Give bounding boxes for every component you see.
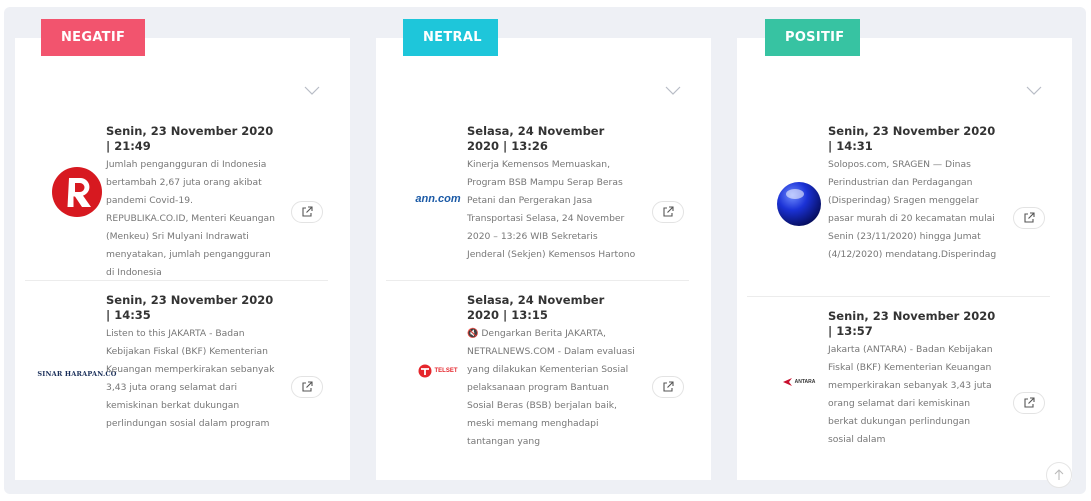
news-snippet: Solopos.com, SRAGEN — Dinas Perindustria…: [828, 159, 997, 260]
label-negatif: NEGATIF: [41, 19, 145, 56]
news-snippet: 🔇 Dengarkan Berita JAKARTA, NETRALNEWS.C…: [467, 328, 635, 447]
news-date: Selasa, 24 November 2020 | 13:26: [467, 124, 605, 153]
external-link-icon: [1024, 212, 1035, 223]
open-link-button[interactable]: [1013, 207, 1045, 229]
external-link-icon: [663, 206, 674, 217]
divider: [747, 296, 1050, 297]
news-body: Senin, 23 November 2020 | 14:35 Listen t…: [106, 293, 276, 433]
divider: [386, 280, 689, 281]
news-date: Senin, 23 November 2020 | 13:57: [828, 309, 996, 338]
external-link-icon: [1024, 397, 1035, 408]
chevron-down-icon[interactable]: [1026, 86, 1042, 96]
news-snippet: Jumlah pengangguran di Indonesia bertamb…: [106, 159, 275, 278]
news-item: TELSET Selasa, 24 November 2020 | 13:15 …: [396, 293, 691, 463]
news-snippet: Kinerja Kemensos Memuaskan, Program BSB …: [467, 159, 636, 260]
news-item: Senin, 23 November 2020 | 14:31 Solopos.…: [757, 124, 1052, 294]
chevron-down-icon[interactable]: [304, 86, 320, 96]
news-body: Selasa, 24 November 2020 | 13:15 🔇 Denga…: [467, 293, 637, 451]
news-body: Senin, 23 November 2020 | 21:49 Jumlah p…: [106, 124, 276, 282]
news-item: ANTARA Senin, 23 November 2020 | 13:57 J…: [757, 309, 1052, 469]
news-body: Selasa, 24 November 2020 | 13:26 Kinerja…: [467, 124, 637, 264]
label-netral: NETRAL: [403, 19, 498, 56]
news-body: Senin, 23 November 2020 | 13:57 Jakarta …: [828, 309, 998, 449]
news-date: Senin, 23 November 2020 | 14:35: [106, 293, 274, 322]
netral-card: ann.com Selasa, 24 November 2020 | 13:26…: [376, 38, 711, 480]
arrow-up-icon: [1054, 469, 1064, 480]
news-item: SINAR HARAPAN.CO Senin, 23 November 2020…: [35, 293, 330, 463]
news-snippet: Jakarta (ANTARA) - Badan Kebijakan Fiska…: [828, 344, 993, 445]
news-item: Senin, 23 November 2020 | 21:49 Jumlah p…: [35, 124, 330, 278]
external-link-icon: [302, 381, 313, 392]
positif-card: Senin, 23 November 2020 | 14:31 Solopos.…: [737, 38, 1072, 480]
news-body: Senin, 23 November 2020 | 14:31 Solopos.…: [828, 124, 998, 264]
chevron-down-icon[interactable]: [665, 86, 681, 96]
label-positif: POSITIF: [765, 19, 860, 56]
news-snippet: Listen to this JAKARTA - Badan Kebijakan…: [106, 328, 275, 429]
open-link-button[interactable]: [652, 376, 684, 398]
news-item: ann.com Selasa, 24 November 2020 | 13:26…: [396, 124, 691, 274]
news-date: Senin, 23 November 2020 | 21:49: [106, 124, 274, 153]
external-link-icon: [663, 381, 674, 392]
scroll-to-top-button[interactable]: [1046, 462, 1072, 488]
negatif-card: Senin, 23 November 2020 | 21:49 Jumlah p…: [15, 38, 350, 480]
open-link-button[interactable]: [652, 201, 684, 223]
open-link-button[interactable]: [291, 201, 323, 223]
news-date: Senin, 23 November 2020 | 14:31: [828, 124, 996, 153]
open-link-button[interactable]: [1013, 392, 1045, 414]
divider: [25, 280, 328, 281]
external-link-icon: [302, 206, 313, 217]
news-date: Selasa, 24 November 2020 | 13:15: [467, 293, 605, 322]
open-link-button[interactable]: [291, 376, 323, 398]
